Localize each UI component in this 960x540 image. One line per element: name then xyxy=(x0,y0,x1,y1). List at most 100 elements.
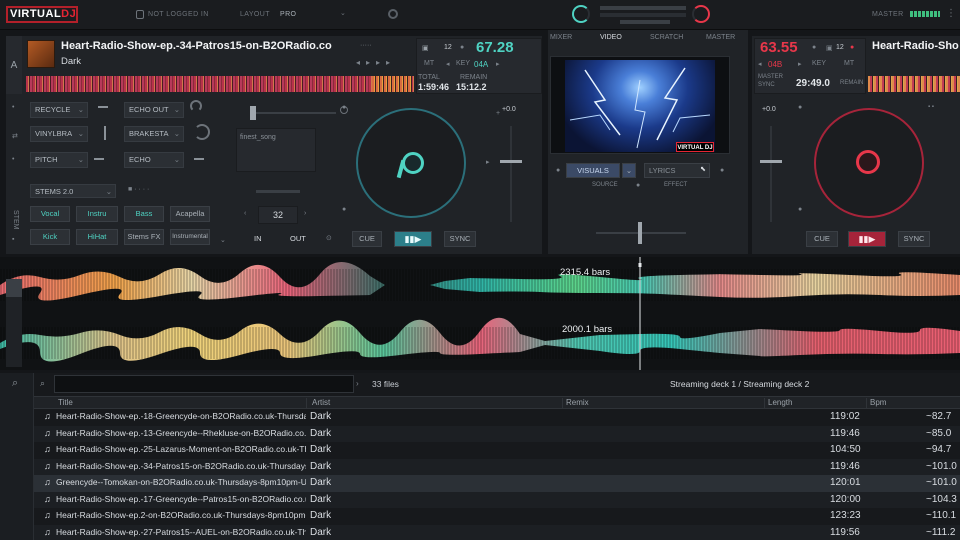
tab-video[interactable]: VIDEO xyxy=(600,34,622,41)
video-preview[interactable] xyxy=(565,60,715,152)
search-submit-icon[interactable]: › xyxy=(356,379,359,388)
play-pause-button-right[interactable]: ▮▮▶ xyxy=(848,231,886,247)
arrow-right-icon[interactable]: ▸ xyxy=(496,60,500,68)
right-overview-waveform[interactable] xyxy=(868,76,960,92)
fx-link-icon[interactable]: ⇄ xyxy=(12,132,18,140)
left-overview-waveform[interactable] xyxy=(26,76,414,92)
stem-hihat-button[interactable]: HiHat xyxy=(76,229,118,245)
pitch-fader-track-right[interactable] xyxy=(770,126,772,222)
loop-settings-icon[interactable]: ⊙ xyxy=(326,234,332,242)
gear-icon[interactable] xyxy=(388,9,398,19)
table-row[interactable]: ♫ Heart-Radio-Show-ep.-18-Greencyde-on-B2… xyxy=(34,409,960,426)
arrow-left-icon[interactable]: ◂ xyxy=(758,60,762,68)
table-row[interactable]: ♫ Heart-Radio-Show-ep.-13-Greencyde--Rhek… xyxy=(34,425,960,442)
loop-in-button[interactable]: IN xyxy=(254,234,262,243)
pitch-value-right[interactable]: +0.0 xyxy=(762,106,776,113)
table-row[interactable]: ♫ Heart-Radio-Show-ep.-17-Greencyde--Patr… xyxy=(34,491,960,508)
music-note-icon: ♫ xyxy=(44,460,51,471)
fx-knob-1[interactable] xyxy=(190,100,202,112)
search-options-icon[interactable]: ⌕ xyxy=(40,378,45,389)
loop-out-button[interactable]: OUT xyxy=(290,234,306,243)
stems-select[interactable]: STEMS 2.0 ⌄ xyxy=(30,184,116,198)
visuals-select[interactable]: VISUALS xyxy=(566,163,620,178)
layout-select[interactable]: PRO xyxy=(280,11,296,18)
cue-button-left[interactable]: CUE xyxy=(352,231,382,247)
sampler-volume[interactable] xyxy=(256,190,300,193)
pitch-fader-track-left[interactable] xyxy=(510,126,512,222)
effect-select-4[interactable]: ECHO OUT ⌄ xyxy=(124,102,184,118)
bpm-display-right[interactable]: 63.55 xyxy=(760,39,798,56)
waveform-side-scroll[interactable] xyxy=(6,297,22,367)
music-note-icon: ♫ xyxy=(44,526,51,537)
fx-slider-4[interactable] xyxy=(194,158,204,160)
fx-slider-2[interactable] xyxy=(104,126,106,140)
bpm-display[interactable]: 67.28 xyxy=(476,39,514,56)
tab-scratch[interactable]: SCRATCH xyxy=(650,34,683,41)
crossfader-handle[interactable] xyxy=(638,222,642,244)
chevron-down-icon[interactable]: ⌄ xyxy=(622,163,636,178)
stem-instru-button[interactable]: Instru xyxy=(76,206,118,222)
tab-mixer[interactable]: MIXER xyxy=(550,34,572,41)
effect-select-2[interactable]: VINYLBRA ⌄ xyxy=(30,126,88,142)
column-remix[interactable]: Remix xyxy=(566,398,589,407)
table-row[interactable]: ♫ Heart-Radio-Show-ep.-27-Patros15--AUEL-… xyxy=(34,524,960,540)
loop-prev-icon[interactable]: ‹ xyxy=(244,210,246,217)
effect-select-1[interactable]: RECYCLE ⌄ xyxy=(30,102,88,118)
stem-acapella-button[interactable]: Acapella xyxy=(170,206,210,222)
fx-slider-1[interactable] xyxy=(98,106,108,108)
stem-bass-button[interactable]: Bass xyxy=(124,206,164,222)
column-title[interactable]: Title xyxy=(58,398,73,407)
table-row[interactable]: ♫ Heart-Radio-Show-ep.2-on-B2ORadio.co.uk… xyxy=(34,508,960,525)
column-length[interactable]: Length xyxy=(768,398,792,407)
search-input-field[interactable] xyxy=(55,376,353,392)
app-logo[interactable]: VIRTUALDJ xyxy=(6,6,78,23)
fx-knob-2[interactable] xyxy=(194,124,210,140)
key-value[interactable]: 04A xyxy=(474,60,488,69)
sampler-slider-track[interactable] xyxy=(256,112,336,114)
pitch-fader-handle-left[interactable] xyxy=(500,160,522,163)
deck-letter[interactable]: A xyxy=(6,36,22,94)
stem-instrumental-button[interactable]: Instrumental xyxy=(170,229,210,245)
search-icon[interactable]: ⌕ xyxy=(12,377,18,390)
left-gain-knob[interactable] xyxy=(572,5,590,23)
mt-label[interactable]: MT xyxy=(424,60,434,67)
pitch-value-left[interactable]: +0.0 xyxy=(502,106,516,113)
chevron-down-icon[interactable]: ⌄ xyxy=(340,9,346,17)
track-artist: Dark xyxy=(61,56,82,67)
transport-icons[interactable]: ◂▸▸▸ xyxy=(356,58,410,68)
menu-icon[interactable]: ⋮ xyxy=(946,8,956,20)
column-artist[interactable]: Artist xyxy=(312,398,330,407)
arrow-right-icon[interactable]: ▸ xyxy=(798,60,802,68)
loop-next-icon[interactable]: › xyxy=(304,210,306,217)
loop-length[interactable]: 32 xyxy=(258,206,298,224)
column-bpm[interactable]: Bpm xyxy=(870,398,886,407)
track-artist: Dark xyxy=(310,427,332,439)
pitch-fader-handle-right[interactable] xyxy=(760,160,782,163)
waveform-svg[interactable] xyxy=(0,257,960,370)
tab-master[interactable]: MASTER xyxy=(706,34,735,41)
table-row[interactable]: ♫ Greencyde--Tomokan-on-B2ORadio.co.uk-Th… xyxy=(34,475,960,492)
effect-select-5[interactable]: BRAKESTA ⌄ xyxy=(124,126,184,142)
stem-kick-button[interactable]: Kick xyxy=(30,229,70,245)
sync-button-right[interactable]: SYNC xyxy=(898,231,930,247)
key-value-right[interactable]: 04B xyxy=(768,60,782,69)
search-input[interactable] xyxy=(54,375,354,393)
chevron-down-icon[interactable]: ⌄ xyxy=(220,236,226,244)
arrow-left-icon[interactable]: ◂ xyxy=(446,60,450,68)
effect-select-6[interactable]: ECHO ⌄ xyxy=(124,152,184,168)
login-status[interactable]: NOT LOGGED IN xyxy=(148,11,209,18)
sync-button-left[interactable]: SYNC xyxy=(444,231,476,247)
stem-fx-button[interactable]: Stems FX xyxy=(124,229,164,245)
user-icon[interactable] xyxy=(136,10,144,19)
lock-icon[interactable]: ▣ xyxy=(422,44,429,52)
play-pause-button-left[interactable]: ▮▮▶ xyxy=(394,231,432,247)
lock-icon[interactable]: ▣ xyxy=(826,44,833,52)
effect-select-3[interactable]: PITCH ⌄ xyxy=(30,152,88,168)
cue-button-right[interactable]: CUE xyxy=(806,231,838,247)
mt-label-right[interactable]: MT xyxy=(844,60,854,67)
fx-slider-3[interactable] xyxy=(94,158,104,160)
right-gain-knob[interactable] xyxy=(692,5,710,23)
table-row[interactable]: ♫ Heart-Radio-Show-ep.-25-Lazarus-Moment-… xyxy=(34,442,960,459)
stem-vocal-button[interactable]: Vocal xyxy=(30,206,70,222)
table-row[interactable]: ♫ Heart-Radio-Show-ep.-34-Patros15-on-B2O… xyxy=(34,458,960,475)
